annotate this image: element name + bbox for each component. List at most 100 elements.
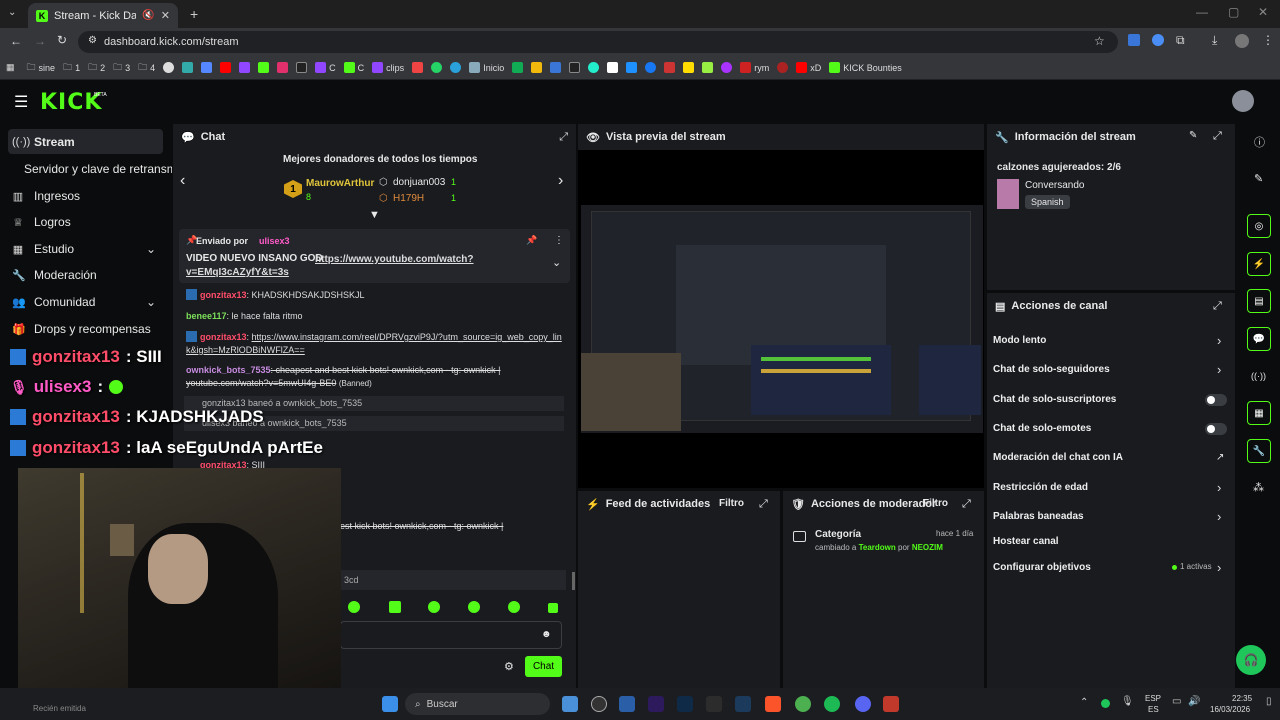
browser-taskbar-icon[interactable] bbox=[619, 696, 635, 712]
external-link-icon[interactable]: ↗ bbox=[1216, 452, 1224, 463]
bookmark[interactable] bbox=[664, 62, 676, 73]
clock-time[interactable]: 22:35 bbox=[1232, 694, 1252, 703]
epic-icon[interactable] bbox=[706, 696, 722, 712]
target-icon[interactable]: ◎ bbox=[1247, 214, 1271, 238]
minimize-icon[interactable]: — bbox=[1196, 5, 1208, 19]
prev-arrow-icon[interactable]: ‹ bbox=[180, 172, 185, 190]
settings-gear-icon[interactable]: ⚙ bbox=[504, 660, 514, 673]
filter-button[interactable]: Filtro bbox=[923, 498, 948, 509]
browser-tab[interactable]: K Stream - Kick Dashboard 🔇 ✕ bbox=[28, 3, 178, 28]
category-name[interactable]: Conversando bbox=[1025, 180, 1084, 191]
chevron-right-icon[interactable]: › bbox=[1217, 560, 1221, 575]
bookmark[interactable]: C bbox=[315, 62, 336, 73]
pin-toggle-icon[interactable]: 📌 bbox=[526, 235, 537, 246]
chevron-down-icon[interactable]: ⌄ bbox=[146, 242, 156, 256]
bookmark[interactable] bbox=[531, 62, 543, 73]
bookmark[interactable]: Inicio bbox=[469, 62, 504, 73]
url-field[interactable]: dashboard.kick.com/stream bbox=[78, 31, 1118, 53]
new-tab-icon[interactable]: + bbox=[190, 6, 198, 22]
steam-icon[interactable] bbox=[735, 696, 751, 712]
chat-username[interactable]: gonzitax13 bbox=[200, 332, 247, 342]
emoji-icon[interactable]: ☻ bbox=[541, 629, 552, 640]
clock-date[interactable]: 16/03/2026 bbox=[1210, 705, 1250, 714]
bookmark[interactable] bbox=[550, 62, 562, 73]
filter-button[interactable]: Filtro bbox=[719, 498, 744, 509]
profile-avatar[interactable] bbox=[1235, 34, 1249, 48]
reload-icon[interactable]: ↻ bbox=[57, 33, 67, 47]
bookmark-folder[interactable]: 🗀 1 bbox=[63, 60, 80, 76]
expand-icon[interactable]: ⤢ bbox=[1213, 300, 1222, 313]
back-icon[interactable]: ← bbox=[10, 34, 22, 48]
lang-top[interactable]: ESP bbox=[1145, 694, 1161, 703]
tray-status-icon[interactable] bbox=[1101, 699, 1110, 708]
emote-icon[interactable] bbox=[468, 601, 480, 613]
volume-icon[interactable]: 🔊 bbox=[1188, 696, 1200, 707]
close-window-icon[interactable]: ✕ bbox=[1258, 5, 1268, 19]
slow-mode-option[interactable]: Modo lento bbox=[993, 335, 1046, 346]
bookmark[interactable] bbox=[277, 62, 289, 73]
bookmark-folder[interactable]: 🗀 2 bbox=[88, 60, 105, 76]
task-view-icon[interactable] bbox=[562, 696, 578, 712]
chevron-right-icon[interactable]: › bbox=[1217, 333, 1221, 348]
bookmark[interactable] bbox=[258, 62, 270, 73]
bookmark[interactable] bbox=[512, 62, 524, 73]
apps-grid-icon[interactable]: ▦ bbox=[6, 62, 15, 73]
bookmark[interactable]: rym bbox=[740, 62, 769, 73]
chat-username[interactable]: benee117 bbox=[186, 311, 227, 321]
chat-username[interactable]: gonzitax13 bbox=[200, 290, 247, 300]
emote-icon[interactable] bbox=[348, 601, 360, 613]
forward-icon[interactable]: → bbox=[34, 34, 46, 48]
emote-icon[interactable] bbox=[548, 603, 558, 613]
chevron-right-icon[interactable]: › bbox=[1217, 362, 1221, 377]
collapse-icon[interactable]: ▼ bbox=[369, 209, 380, 221]
language-tag[interactable]: Spanish bbox=[1025, 195, 1070, 209]
chat-icon[interactable]: 💬 bbox=[1247, 327, 1271, 351]
app-icon[interactable] bbox=[883, 696, 899, 712]
emote-icon[interactable] bbox=[508, 601, 520, 613]
goals-option[interactable]: Configurar objetivos bbox=[993, 562, 1091, 573]
bookmark[interactable] bbox=[220, 62, 232, 73]
next-arrow-icon[interactable]: › bbox=[558, 172, 563, 190]
support-button[interactable]: 🎧 bbox=[1236, 645, 1266, 675]
bookmark[interactable] bbox=[645, 62, 657, 73]
sidebar-item-moderation[interactable]: 🔧 Moderación bbox=[12, 268, 97, 282]
premiere-icon[interactable] bbox=[648, 696, 664, 712]
expand-icon[interactable]: ⤢ bbox=[1213, 130, 1222, 143]
chat-username[interactable]: ownkick_bots_7535 bbox=[186, 365, 271, 375]
pinned-link[interactable]: https://www.youtube.com/watch?v=EMqI3cAZ… bbox=[186, 253, 486, 279]
mod-entry-user[interactable]: NEOZIM bbox=[912, 543, 943, 552]
bookmark[interactable] bbox=[182, 62, 194, 73]
emote-icon[interactable] bbox=[428, 601, 440, 613]
network-icon[interactable]: ▭ bbox=[1172, 696, 1181, 707]
taskbar-search[interactable]: ⌕ Buscar bbox=[405, 693, 550, 715]
obs-icon[interactable] bbox=[591, 696, 607, 712]
bookmark[interactable] bbox=[201, 62, 213, 73]
bookmark[interactable] bbox=[777, 62, 789, 73]
wrench-icon[interactable]: 🔧 bbox=[1247, 439, 1271, 463]
layout-icon[interactable]: ▦ bbox=[1247, 401, 1271, 425]
subscribers-only-toggle[interactable] bbox=[1205, 394, 1227, 406]
bookmark[interactable] bbox=[588, 62, 600, 73]
emotes-only-toggle[interactable] bbox=[1205, 423, 1227, 435]
host-channel-option[interactable]: Hostear canal bbox=[993, 536, 1059, 547]
scrollbar[interactable] bbox=[572, 572, 575, 590]
mod-entry-category[interactable]: Teardown bbox=[859, 543, 896, 552]
pencil-icon[interactable]: ✎ bbox=[1254, 172, 1263, 185]
bookmark[interactable] bbox=[626, 62, 638, 73]
lightning-icon[interactable]: ⚡ bbox=[1247, 252, 1271, 276]
close-tab-icon[interactable]: ✕ bbox=[161, 9, 170, 22]
sidebar-item-income[interactable]: ▥ Ingresos bbox=[12, 189, 80, 203]
ai-moderation-option[interactable]: Moderación del chat con IA bbox=[993, 452, 1123, 463]
tab-list-icon[interactable]: ⌄ bbox=[8, 7, 16, 18]
shapes-icon[interactable]: ⁂ bbox=[1253, 481, 1264, 494]
stream-video[interactable] bbox=[581, 205, 983, 433]
chevron-down-icon[interactable]: ⌄ bbox=[146, 295, 156, 309]
broadcast-icon[interactable]: ((·)) bbox=[1251, 371, 1266, 381]
bookmark[interactable] bbox=[702, 62, 714, 73]
bookmark[interactable]: KICK Bounties bbox=[829, 62, 902, 73]
bookmark[interactable] bbox=[721, 62, 733, 73]
chevron-right-icon[interactable]: › bbox=[1217, 509, 1221, 524]
bookmark[interactable] bbox=[683, 62, 695, 73]
menu-dots-icon[interactable]: ⋮ bbox=[1262, 33, 1274, 47]
extension-icon-2[interactable] bbox=[1152, 34, 1164, 46]
